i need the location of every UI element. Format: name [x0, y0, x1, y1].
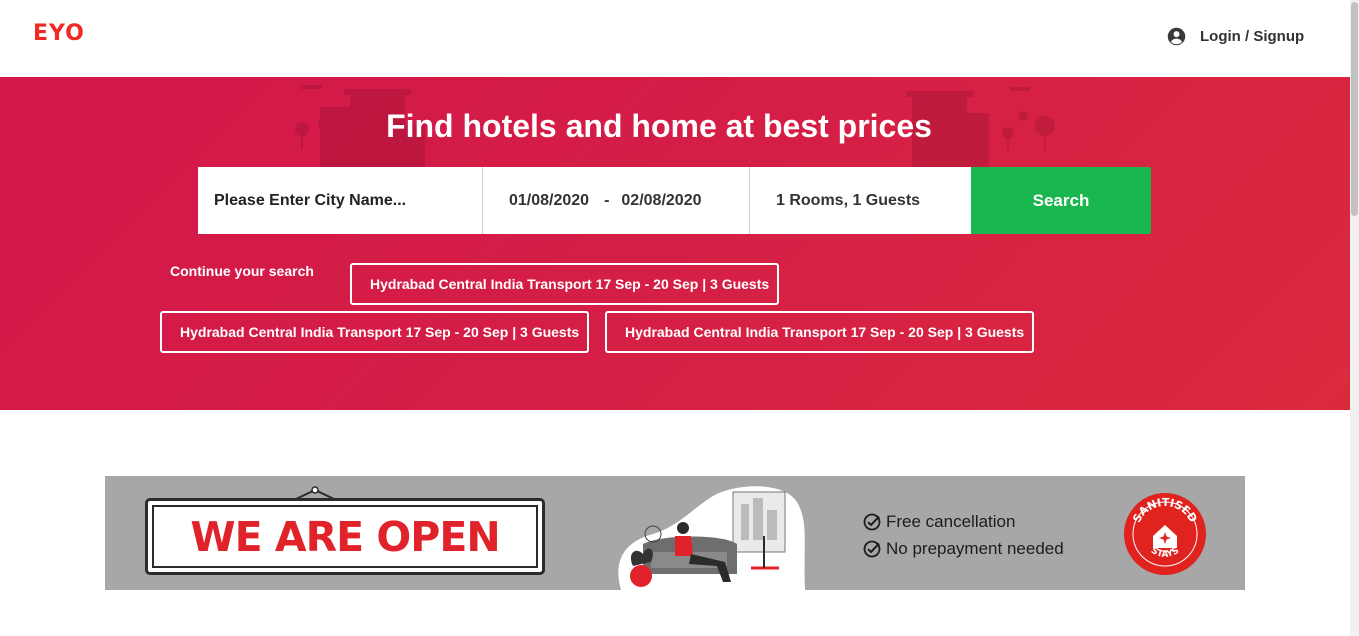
hero-title: Find hotels and home at best prices	[386, 108, 932, 144]
city-input[interactable]: Please Enter City Name...	[198, 167, 483, 234]
feature-no-prepayment: No prepayment needed	[886, 538, 1064, 558]
feature-item: Free cancellation	[863, 508, 1064, 535]
we-are-open-sign: WE ARE OPEN	[145, 498, 545, 575]
recent-search-chip[interactable]: Hydrabad Central India Transport 17 Sep …	[605, 311, 1034, 353]
feature-free-cancellation: Free cancellation	[886, 511, 1016, 531]
brand-logo[interactable]: EYO	[33, 21, 85, 46]
check-circle-icon	[863, 540, 881, 557]
hero-section: Find hotels and home at best prices Plea…	[0, 77, 1350, 410]
check-in-date[interactable]: 01/08/2020	[509, 192, 589, 210]
person-relaxing-illustration	[618, 486, 805, 590]
date-range-picker[interactable]: 01/08/2020 - 02/08/2020	[483, 167, 750, 234]
page: EYO Login / Signup Find hotels and home …	[0, 0, 1359, 636]
login-signup-label: Login / Signup	[1200, 28, 1305, 45]
rooms-guests-selector[interactable]: 1 Rooms, 1 Guests	[750, 167, 971, 234]
search-bar: Please Enter City Name... 01/08/2020 - 0…	[198, 167, 1151, 234]
page-scrollbar[interactable]	[1350, 0, 1359, 636]
feature-item: No prepayment needed	[863, 535, 1064, 562]
sanitised-stays-badge: SANITISED STAYS	[1124, 493, 1206, 575]
check-out-date[interactable]: 02/08/2020	[621, 192, 701, 210]
scrollbar-thumb[interactable]	[1351, 2, 1358, 216]
sign-text: WE ARE OPEN	[190, 512, 500, 561]
top-header: EYO Login / Signup	[0, 0, 1350, 77]
city-input-placeholder: Please Enter City Name...	[214, 191, 407, 209]
check-circle-icon	[863, 513, 881, 530]
login-signup-button[interactable]: Login / Signup	[1166, 26, 1304, 47]
user-circle-icon	[1167, 27, 1186, 46]
continue-search-label: Continue your search	[170, 263, 314, 279]
promo-features: Free cancellation No prepayment needed	[863, 508, 1064, 562]
date-separator: -	[604, 191, 610, 209]
rooms-guests-value: 1 Rooms, 1 Guests	[776, 191, 921, 209]
recent-search-chip[interactable]: Hydrabad Central India Transport 17 Sep …	[160, 311, 589, 353]
search-button[interactable]: Search	[971, 167, 1151, 234]
promo-banner[interactable]: WE ARE OPEN Free cancellation No prepaym…	[105, 476, 1245, 590]
recent-search-chip[interactable]: Hydrabad Central India Transport 17 Sep …	[350, 263, 779, 305]
